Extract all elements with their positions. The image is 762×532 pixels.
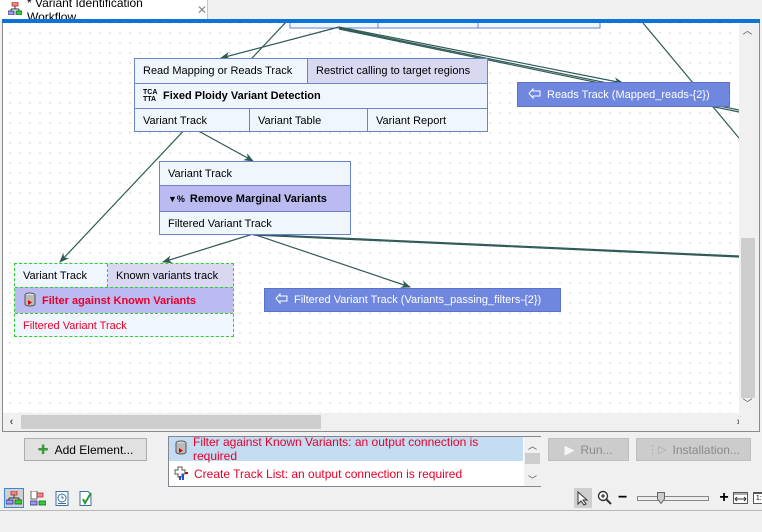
message-item[interactable]: Filter against Known Variants: an output… [169,435,523,463]
node-filter-against-known-variants[interactable]: Variant Track Known variants track Filte… [14,263,234,337]
output-port-filtered-variant-track[interactable]: Filtered Variant Track [15,314,233,337]
input-port-known-variants[interactable]: Known variants track [108,264,233,287]
node-inputs: Variant Track [160,162,350,185]
message-text: Filter against Known Variants: an output… [193,435,479,463]
connection-top-right [642,23,739,139]
message-list-scrollbar[interactable]: ︿ ﹀ [524,437,541,486]
zoom-toolbar: − + 1:1 [574,488,762,508]
input-port-target-regions[interactable]: Restrict calling to target regions [308,59,487,83]
view-toolbar [4,488,96,508]
database-filter-icon [23,292,37,310]
message-text: Create Track List: an output connection … [194,467,463,481]
workflow-view-icon[interactable] [4,488,24,508]
message-scroll-thumb[interactable] [525,453,540,464]
actual-size-icon[interactable]: 1:1 [753,488,762,508]
node-outputs: Filtered Variant Track [15,313,233,337]
output-port-variant-table[interactable]: Variant Table [250,109,368,132]
installation-icon: ⋮▷ [647,444,667,456]
output-port-variant-report[interactable]: Variant Report [368,109,487,132]
button-label: Add Element... [54,442,134,457]
filter-percent-icon: ▼% [168,193,185,204]
fit-width-icon[interactable] [733,488,749,508]
node-inputs: Read Mapping or Reads Track Restrict cal… [135,59,487,83]
output-port-variant-track[interactable]: Variant Track [135,109,250,132]
message-item[interactable]: Create Track List: an output connection … [169,462,523,486]
port-label: Variant Track [143,114,207,127]
scroll-left-icon[interactable]: ‹ [3,413,20,431]
plus-icon: ✚ [37,441,49,457]
input-port-variant-track[interactable]: Variant Track [15,264,108,287]
port-label: Variant Track [23,269,87,282]
node-outputs: Filtered Variant Track [160,211,350,235]
scroll-up-icon[interactable]: ︿ [739,23,756,40]
node-fixed-ploidy-variant-detection[interactable]: Read Mapping or Reads Track Restrict cal… [134,58,488,132]
scroll-down-icon[interactable]: ﹀ [739,396,756,413]
installation-button[interactable]: ⋮▷ Installation... [636,438,751,461]
validate-icon[interactable] [76,488,96,508]
connection-remove-to-output [252,233,411,288]
node-inputs: Variant Track Known variants track [15,264,233,287]
close-icon[interactable]: ✕ [197,3,207,17]
workflow-canvas[interactable]: Read Mapping or Reads Track Restrict cal… [3,23,739,413]
port-label: Read Mapping or Reads Track [143,65,293,77]
node-title-bar: ▼% Remove Marginal Variants [160,185,350,211]
port-label: Filtered Variant Track [23,319,127,332]
node-title: Remove Marginal Variants [189,192,327,205]
vertical-scrollbar[interactable]: ︿ ﹀ [739,23,756,413]
connection-detection-to-remove [192,127,254,162]
port-label: Known variants track [116,269,219,282]
output-node-reads-track[interactable]: Reads Track (Mapped_reads-{2}) [517,82,730,107]
select-pointer-icon[interactable] [574,488,592,508]
tab-bar: * Variant Identification Workflow ✕ [0,0,762,24]
scroll-down-icon[interactable]: ﹀ [524,473,541,486]
track-list-icon [174,466,189,483]
output-port-filtered-variant-track[interactable]: Filtered Variant Track [160,212,350,235]
vertical-scroll-thumb[interactable] [741,238,755,398]
port-label: Variant Track [168,167,232,180]
port-label: Variant Table [258,114,322,127]
output-node-filtered-variant-track[interactable]: Filtered Variant Track (Variants_passing… [264,288,561,312]
input-port-read-mapping[interactable]: Read Mapping or Reads Track [135,59,308,83]
horizontal-scrollbar[interactable]: ‹ › [3,413,756,431]
input-port-variant-track[interactable]: Variant Track [160,162,350,185]
node-outputs: Variant Track Variant Table Variant Repo… [135,108,487,132]
node-title-bar: Filter against Known Variants [15,287,233,313]
output-node-label: Filtered Variant Track (Variants_passing… [294,294,542,306]
tab-variant-workflow[interactable]: * Variant Identification Workflow ✕ [0,0,208,24]
database-filter-icon [174,440,188,458]
output-arrow-icon [275,292,288,307]
scroll-up-icon[interactable]: ︿ [524,439,541,452]
output-node-label: Reads Track (Mapped_reads-{2}) [547,88,710,101]
zoom-in-icon[interactable]: + [719,490,728,506]
node-remove-marginal-variants[interactable]: Variant Track ▼% Remove Marginal Variant… [159,161,351,235]
tcatta-icon: TCA TTA [143,89,158,103]
zoom-slider-thumb[interactable] [656,491,665,504]
status-divider [0,510,762,511]
history-icon[interactable] [52,488,72,508]
node-title: Filter against Known Variants [42,294,197,307]
port-label: Restrict calling to target regions [316,65,471,77]
zoom-in-tool-icon[interactable] [596,488,614,508]
button-label: Run... [580,442,613,457]
port-label: Filtered Variant Track [168,217,272,230]
workflow-doc-icon[interactable] [28,488,48,508]
workflow-icon [7,1,23,18]
connection-reads-to-detection [220,26,340,60]
run-button[interactable]: ▶ Run... [548,438,629,461]
scroll-corner [739,413,756,431]
node-title-bar: TCA TTA Fixed Ploidy Variant Detection [135,83,487,108]
zoom-out-icon[interactable]: − [618,490,627,506]
zoom-slider[interactable] [637,491,710,504]
connection-remove-to-known [162,233,254,264]
output-arrow-icon [528,87,541,102]
actual-size-label: 1:1 [753,492,762,504]
add-element-button[interactable]: ✚ Add Element... [24,438,147,461]
button-label: Installation... [672,442,740,457]
port-label: Variant Report [376,114,447,127]
node-title: Fixed Ploidy Variant Detection [163,90,321,102]
validation-message-list[interactable]: Filter against Known Variants: an output… [168,435,541,487]
horizontal-scroll-thumb[interactable] [21,415,321,429]
play-icon: ▶ [564,441,575,457]
